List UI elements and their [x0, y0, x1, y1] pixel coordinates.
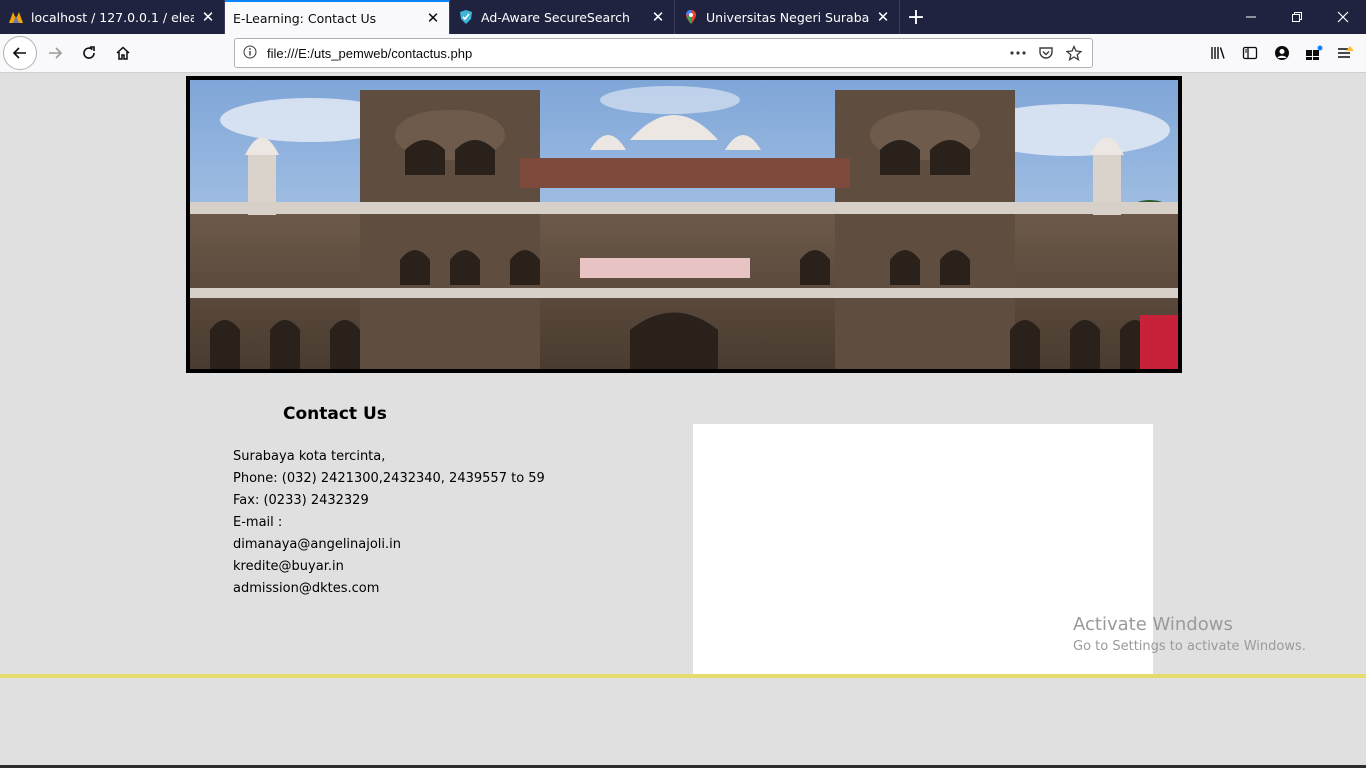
contact-email-label: E-mail :	[233, 515, 283, 530]
extensions-icon[interactable]	[1298, 37, 1330, 69]
watermark-subtitle: Go to Settings to activate Windows.	[1073, 639, 1306, 654]
contact-address: Surabaya kota tercinta,	[233, 449, 386, 464]
nav-toolbar: file:///E:/uts_pemweb/contactus.php	[0, 34, 1366, 73]
menu-icon[interactable]	[1330, 37, 1362, 69]
tab-title: localhost / 127.0.0.1 / elearning	[31, 9, 194, 25]
tab-localhost[interactable]: localhost / 127.0.0.1 / elearning ✕	[0, 0, 225, 34]
contact-fax: Fax: (0233) 2432329	[233, 493, 369, 508]
phpmyadmin-icon	[8, 9, 24, 25]
tab-title: Universitas Negeri Surabaya (U	[706, 9, 869, 25]
close-icon[interactable]: ✕	[650, 8, 666, 26]
close-icon[interactable]: ✕	[425, 9, 441, 27]
sidebar-icon[interactable]	[1234, 37, 1266, 69]
activate-windows-watermark: Activate Windows Go to Settings to activ…	[1073, 614, 1306, 654]
pocket-icon[interactable]	[1032, 41, 1060, 65]
window-close-icon[interactable]	[1320, 0, 1366, 34]
contact-section: Contact Us Surabaya kota tercinta, Phone…	[233, 404, 653, 600]
contact-phone: Phone: (032) 2421300,2432340, 2439557 to…	[233, 471, 545, 486]
home-button[interactable]	[107, 37, 139, 69]
tab-contact-us[interactable]: E-Learning: Contact Us ✕	[225, 0, 450, 34]
url-text[interactable]: file:///E:/uts_pemweb/contactus.php	[267, 46, 1004, 61]
tab-title: Ad-Aware SecureSearch	[481, 9, 630, 25]
page-footer	[0, 674, 1366, 768]
maps-pin-icon	[683, 9, 699, 25]
restore-icon[interactable]	[1274, 0, 1320, 34]
new-tab-button[interactable]: +	[900, 0, 932, 34]
forward-button[interactable]	[39, 37, 71, 69]
shield-icon	[458, 9, 474, 25]
tab-title: E-Learning: Contact Us	[233, 10, 377, 26]
contact-email: admission@dktes.com	[233, 581, 380, 596]
bookmark-star-icon[interactable]	[1060, 41, 1088, 65]
contact-email: dimanaya@angelinajoli.in	[233, 537, 402, 552]
page-actions-icon[interactable]	[1004, 41, 1032, 65]
tab-ad-aware[interactable]: Ad-Aware SecureSearch ✕	[450, 0, 675, 34]
info-icon[interactable]	[243, 44, 257, 63]
close-icon[interactable]: ✕	[875, 8, 891, 26]
close-icon[interactable]: ✕	[200, 8, 216, 26]
url-bar[interactable]: file:///E:/uts_pemweb/contactus.php	[234, 38, 1093, 68]
reload-button[interactable]	[73, 37, 105, 69]
tab-universitas[interactable]: Universitas Negeri Surabaya (U ✕	[675, 0, 900, 34]
page-content: Contact Us Surabaya kota tercinta, Phone…	[0, 74, 1366, 768]
watermark-title: Activate Windows	[1073, 614, 1233, 635]
contact-email: kredite@buyar.in	[233, 559, 344, 574]
library-icon[interactable]	[1202, 37, 1234, 69]
back-button[interactable]	[3, 36, 37, 70]
minimize-icon[interactable]	[1228, 0, 1274, 34]
account-icon[interactable]	[1266, 37, 1298, 69]
campus-building-banner	[186, 76, 1182, 373]
tab-strip: localhost / 127.0.0.1 / elearning ✕ E-Le…	[0, 0, 1366, 34]
contact-heading: Contact Us	[283, 404, 387, 424]
